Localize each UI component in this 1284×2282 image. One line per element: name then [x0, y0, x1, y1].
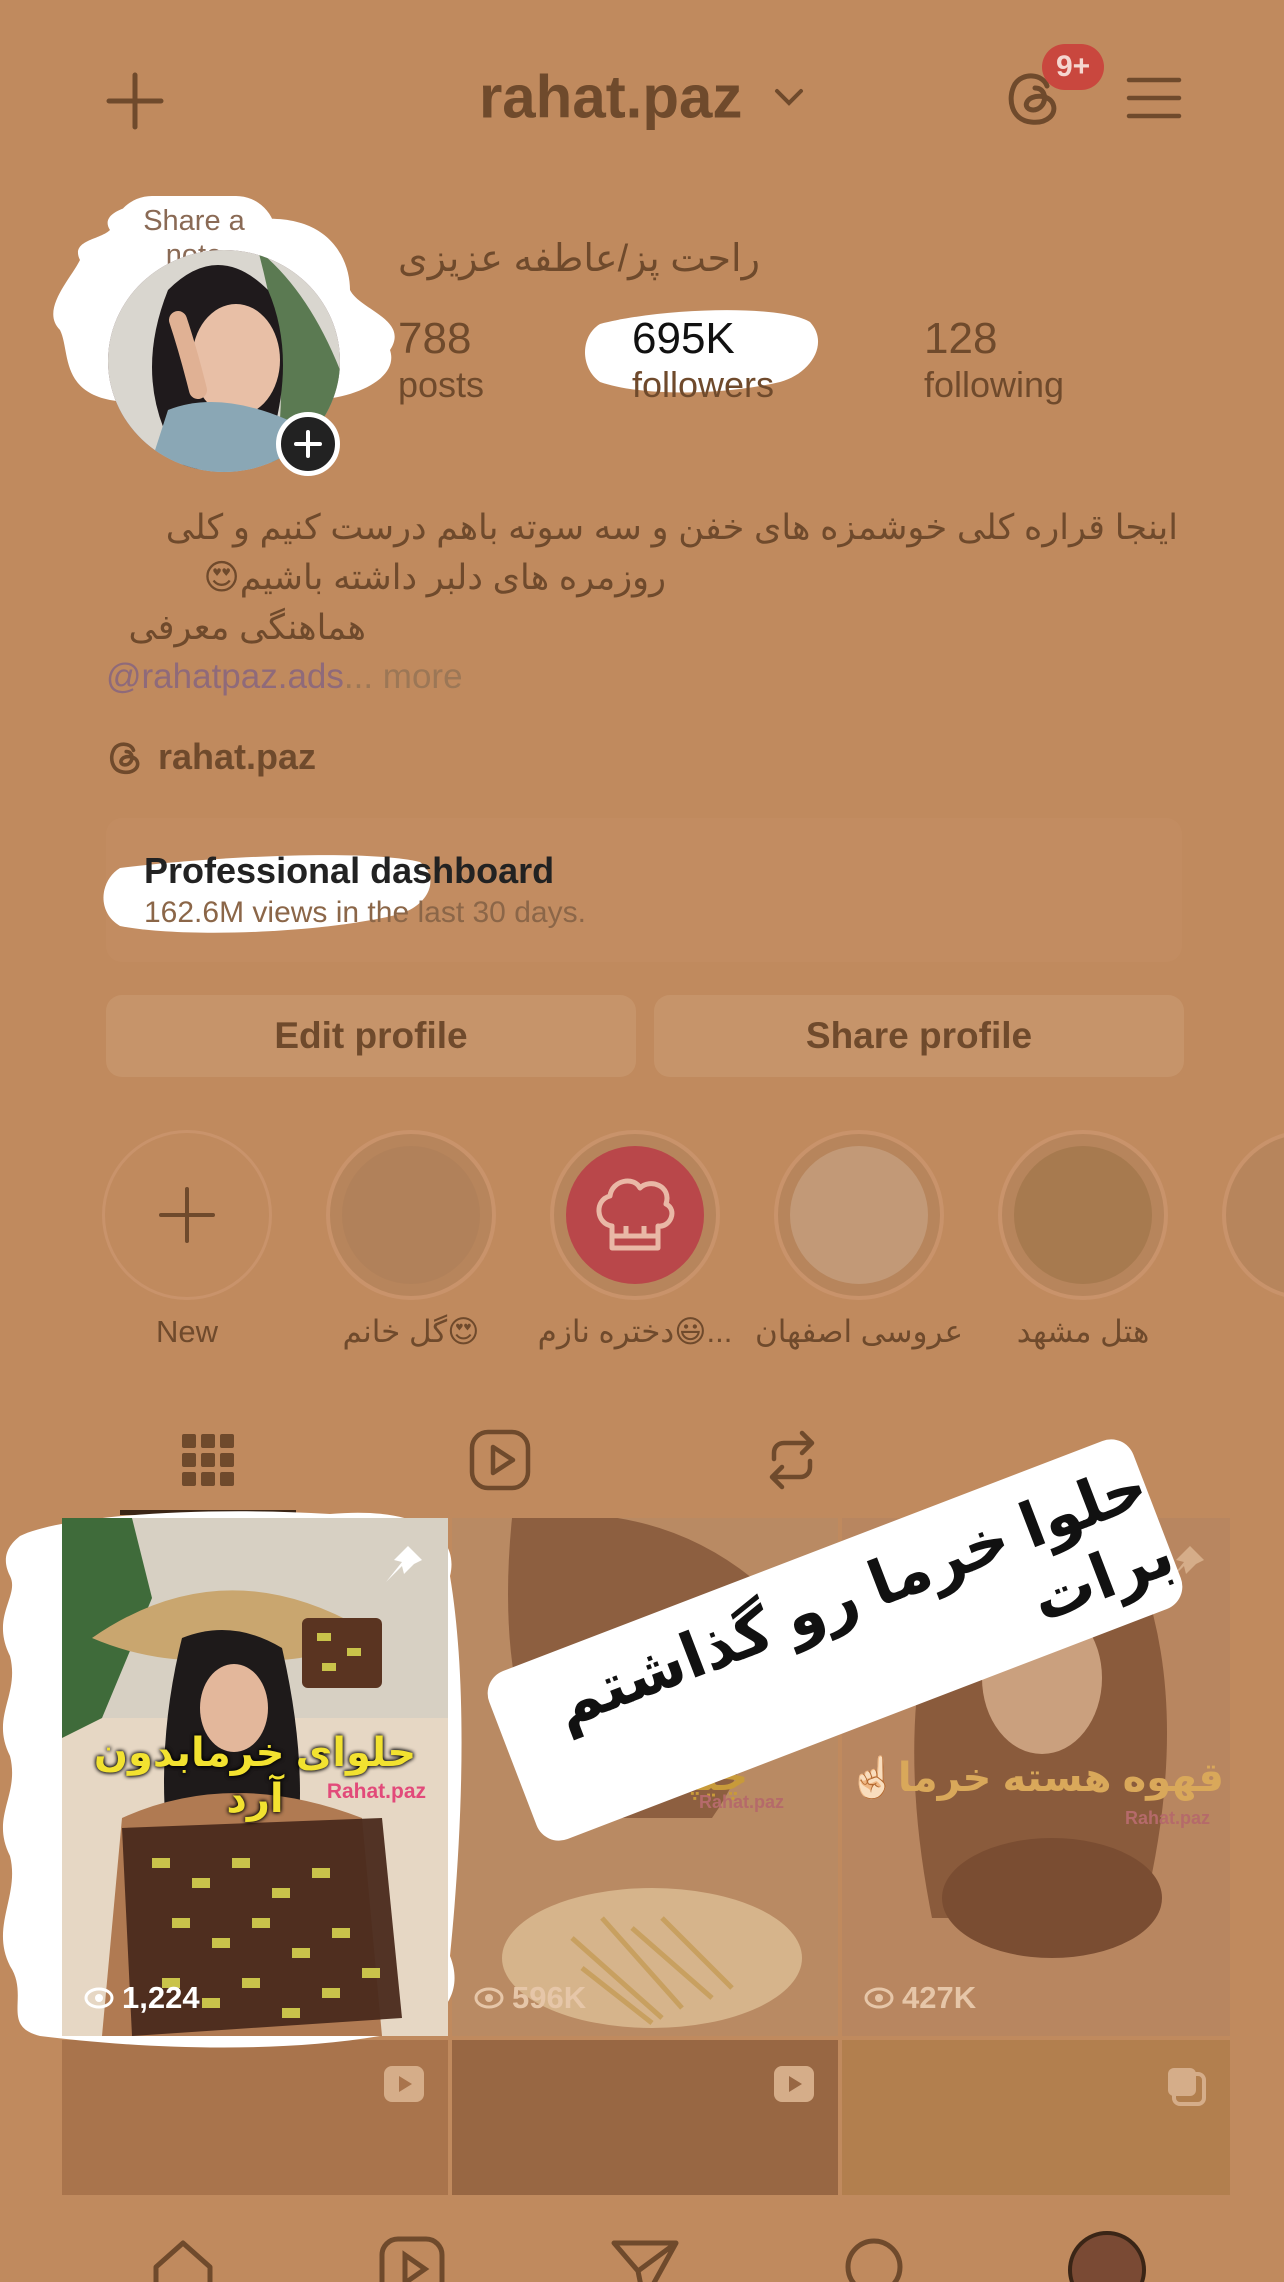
plus-icon	[159, 1187, 215, 1243]
post-views: 596K	[512, 1980, 587, 2015]
highlight-item[interactable]: گل خانم😍	[326, 1130, 496, 1350]
stat-posts[interactable]: 788 posts	[398, 314, 484, 406]
profile-nav-avatar[interactable]	[1068, 2231, 1146, 2282]
post-view-count: 427K	[864, 1980, 976, 2016]
grid-icon	[182, 1434, 234, 1486]
grid-post-1[interactable]: حلوای خرمابدون آرد Rahat.paz 1,224	[62, 1518, 448, 2036]
home-icon[interactable]	[148, 2235, 218, 2282]
stat-followers[interactable]: 695K followers	[632, 314, 774, 406]
stat-following-value: 128	[924, 314, 998, 363]
stat-followers-label: followers	[632, 364, 775, 405]
bio-link[interactable]: @rahatpaz.ads	[106, 657, 344, 696]
repost-icon	[769, 1430, 815, 1490]
bio-line-2-text: روزمره های دلبر داشته باشیم😍	[203, 558, 666, 597]
reels-icon	[469, 1429, 531, 1491]
chef-hat-icon	[596, 1178, 675, 1251]
threads-handle: rahat.paz	[158, 736, 317, 777]
notification-badge: 9+	[1042, 44, 1105, 90]
highlight-item-partial[interactable]	[1222, 1130, 1284, 1300]
highlight-label: هتل مشهد	[1016, 1314, 1150, 1349]
direct-message-icon[interactable]	[610, 2235, 680, 2282]
post-view-count: 596K	[474, 1980, 586, 2016]
bio-line-1: اینجا قراره کلی خوشمزه های خفن و سه سوته…	[165, 508, 1178, 547]
highlight-label: دختره نازم😃...	[537, 1314, 733, 1349]
highlight-item[interactable]: عروسی اصفهان	[755, 1130, 963, 1350]
reels-nav-icon[interactable]	[378, 2235, 448, 2282]
highlight-new-circle	[102, 1130, 272, 1300]
grid-post-5[interactable]	[452, 2040, 838, 2200]
eye-icon	[474, 1987, 504, 2009]
bio-link-row: @rahatpaz.ads... more	[106, 652, 463, 701]
highlight-label: عروسی اصفهان	[754, 1314, 964, 1349]
stat-posts-value: 788	[398, 314, 472, 363]
highlight-cover	[326, 1130, 496, 1300]
reel-icon	[384, 2066, 424, 2102]
bio-more-link[interactable]: ... more	[344, 657, 463, 696]
highlight-item[interactable]: هتل مشهد	[998, 1130, 1168, 1350]
highlight-label: New	[155, 1314, 218, 1349]
post-watermark: Rahat.paz	[326, 1780, 426, 1803]
post-watermark: Rahat.paz	[698, 1792, 784, 1812]
search-icon[interactable]	[842, 2235, 912, 2282]
highlight-new[interactable]: New	[102, 1130, 272, 1350]
eye-icon	[864, 1987, 894, 2009]
highlight-cover	[550, 1130, 720, 1300]
post-title: قهوه هسته خرما☝🏻	[848, 1756, 1224, 1800]
post-views: 427K	[902, 1980, 977, 2015]
highlight-cover	[774, 1130, 944, 1300]
display-name: راحت پز/عاطفه عزیزی	[398, 238, 760, 280]
carousel-icon	[1168, 2068, 1206, 2106]
stat-following-label: following	[924, 364, 1065, 405]
grid-post-4[interactable]	[62, 2040, 448, 2200]
menu-button[interactable]	[1122, 70, 1186, 126]
dashboard-title: Professional dashboard	[144, 850, 555, 891]
bio-line-3-text: هماهنگی معرفی	[128, 608, 366, 647]
username-title: rahat.paz	[478, 63, 743, 131]
edit-profile-button[interactable]: Edit profile	[106, 995, 636, 1077]
bio-line-3: هماهنگی معرفی	[106, 603, 366, 652]
share-profile-button[interactable]: Share profile	[654, 995, 1184, 1077]
add-story-button[interactable]	[276, 412, 340, 476]
stat-posts-label: posts	[398, 364, 485, 405]
reel-icon	[774, 2066, 814, 2102]
grid-post-6[interactable]	[842, 2040, 1230, 2200]
post-views: 1,224	[122, 1980, 200, 2015]
stat-following[interactable]: 128 following	[924, 314, 1064, 406]
highlight-label: گل خانم😍	[342, 1314, 480, 1349]
stat-followers-value: 695K	[632, 314, 735, 363]
tab-posts-grid[interactable]	[140, 1420, 276, 1500]
highlight-item[interactable]: دختره نازم😃...	[538, 1130, 732, 1350]
profile-screen: rahat.paz 9+ Share a note	[0, 0, 1284, 2282]
highlight-cover	[1222, 1130, 1284, 1300]
chevron-down-icon	[775, 89, 804, 106]
threads-icon	[110, 742, 140, 775]
plus-icon	[294, 430, 322, 458]
hamburger-menu-icon	[1126, 77, 1182, 119]
threads-link[interactable]: rahat.paz	[106, 736, 316, 778]
tab-reels[interactable]	[432, 1420, 568, 1500]
eye-icon	[84, 1987, 114, 2009]
pin-icon	[382, 1542, 426, 1591]
highlight-cover	[998, 1130, 1168, 1300]
dashboard-subtitle: 162.6M views in the last 30 days.	[144, 896, 586, 929]
post-view-count: 1,224	[84, 1980, 200, 2016]
post-watermark: Rahat.paz	[1124, 1808, 1210, 1828]
tab-reposts[interactable]	[724, 1420, 860, 1500]
post-title: حلوای خرمابدون آرد	[93, 1731, 417, 1821]
professional-dashboard-card[interactable]: Professional dashboard 162.6M views in t…	[103, 818, 1182, 962]
bio-line-2: روزمره های دلبر داشته باشیم😍	[106, 553, 666, 602]
bottom-nav	[0, 2195, 1284, 2282]
